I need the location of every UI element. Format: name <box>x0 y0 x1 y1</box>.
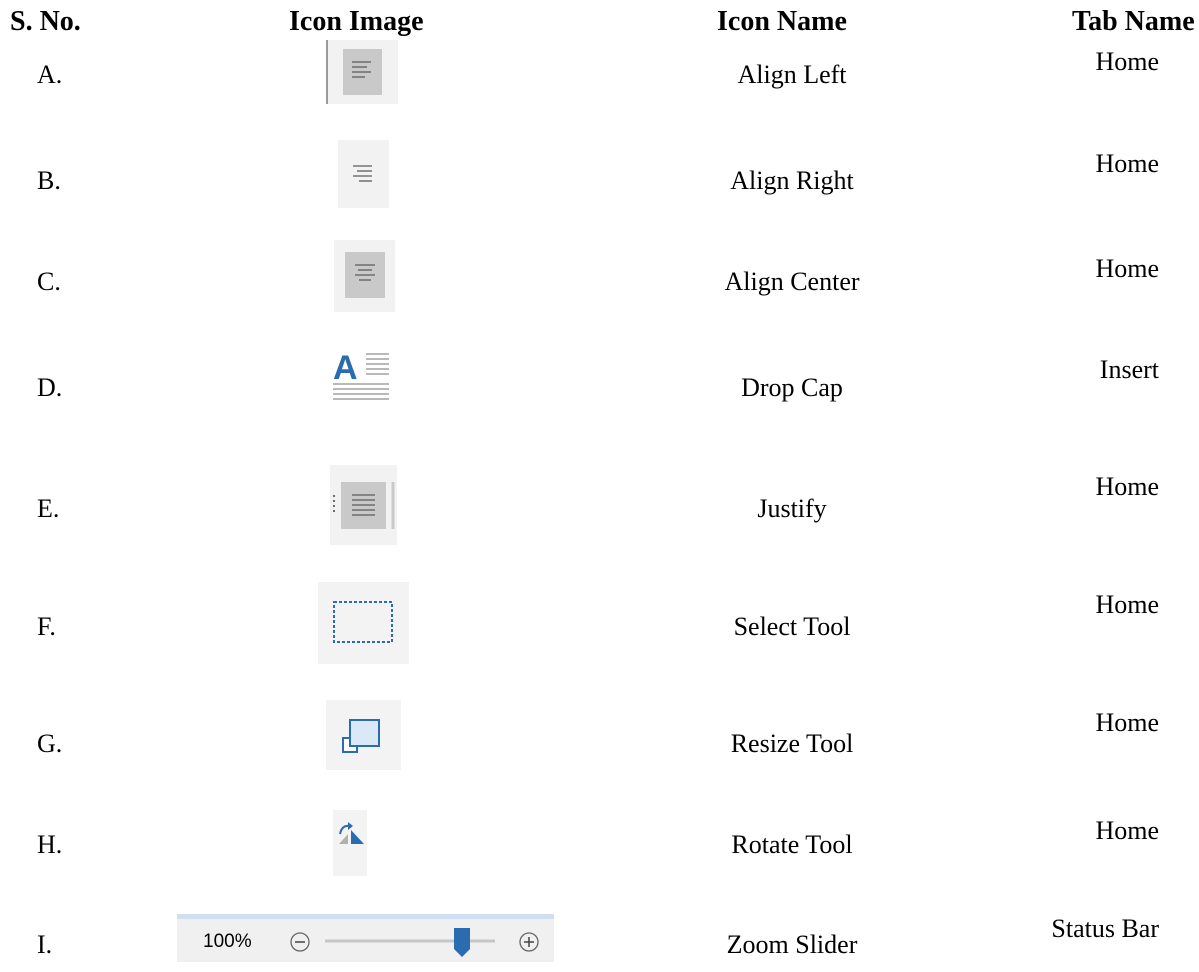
header-icon-name: Icon Name <box>717 6 847 37</box>
zoom-percent-label: 100% <box>203 931 252 952</box>
row-sno: D. <box>37 373 63 402</box>
row-sno: A. <box>37 60 63 89</box>
row-sno: G. <box>37 729 63 758</box>
row-sno: E. <box>37 494 60 523</box>
row-tab-name: Home <box>1095 254 1159 283</box>
row-icon-name: Resize Tool <box>730 729 854 758</box>
row-icon-name: Rotate Tool <box>731 830 853 859</box>
justify-icon <box>330 465 397 545</box>
row-tab-name: Home <box>1095 708 1159 737</box>
row-tab-name: Home <box>1095 472 1159 501</box>
row-sno: C. <box>37 267 61 296</box>
zoom-slider-icon: 100% <box>177 914 554 962</box>
row-tab-name: Status Bar <box>1051 914 1159 943</box>
row-icon-name: Align Right <box>730 166 854 195</box>
row-icon-name: Justify <box>757 494 827 523</box>
row-sno: B. <box>37 166 61 195</box>
row-icon-name: Select Tool <box>733 612 851 641</box>
row-sno: F. <box>37 612 56 641</box>
svg-text:A: A <box>333 349 358 387</box>
row-tab-name: Home <box>1095 149 1159 178</box>
zoom-slider-thumb <box>454 928 470 957</box>
row-sno: I. <box>37 930 53 959</box>
align-right-icon <box>338 140 389 208</box>
header-tab-name: Tab Name <box>1072 6 1195 37</box>
header-sno: S. No. <box>10 6 81 37</box>
row-icon-name: Align Center <box>724 267 860 296</box>
align-left-icon <box>326 40 398 104</box>
row-icon-name: Zoom Slider <box>726 930 858 959</box>
row-sno: H. <box>37 830 63 859</box>
resize-tool-icon <box>326 700 401 770</box>
row-tab-name: Home <box>1095 590 1159 619</box>
rotate-tool-icon <box>333 810 367 876</box>
row-tab-name: Insert <box>1099 355 1159 384</box>
header-icon-image: Icon Image <box>289 6 424 37</box>
drop-cap-icon: A <box>332 348 394 418</box>
row-icon-name: Align Left <box>737 60 847 89</box>
row-tab-name: Home <box>1095 816 1159 845</box>
row-tab-name: Home <box>1095 47 1159 76</box>
row-icon-name: Drop Cap <box>741 373 843 402</box>
select-tool-icon <box>318 582 409 664</box>
align-center-icon <box>334 240 395 312</box>
